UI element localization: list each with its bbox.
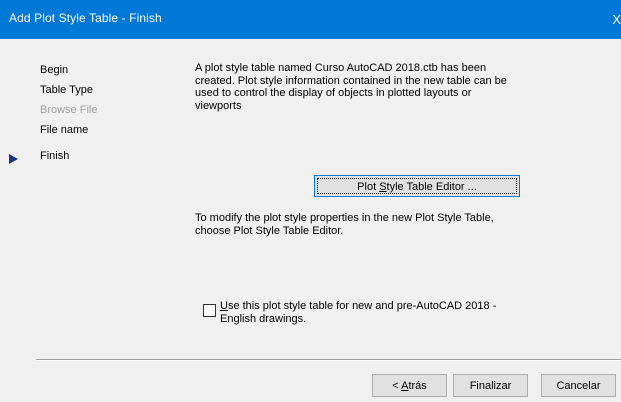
back-button-label: < Atrás — [392, 379, 427, 392]
step-table-type: Table Type — [40, 84, 94, 96]
plot-style-table-editor-label: Plot Style Table Editor ... — [317, 178, 517, 194]
current-step-arrow-icon — [9, 154, 18, 164]
modify-instructions: To modify the plot style properties in t… — [195, 212, 494, 237]
back-button[interactable]: < Atrás — [372, 374, 447, 397]
title-bar[interactable]: Add Plot Style Table - Finish X — [0, 0, 621, 39]
footer-separator — [36, 359, 621, 361]
use-table-checkbox[interactable] — [203, 304, 216, 317]
add-plot-style-table-dialog: Add Plot Style Table - Finish X Begin Ta… — [0, 0, 621, 402]
step-finish: Finish — [40, 150, 70, 162]
step-browse-file: Browse File — [40, 104, 98, 116]
cancel-button-label: Cancelar — [556, 379, 601, 392]
cancel-button[interactable]: Cancelar — [541, 374, 616, 397]
window-title: Add Plot Style Table - Finish — [9, 11, 162, 25]
step-file-name: File name — [40, 124, 89, 136]
plot-style-table-editor-button[interactable]: Plot Style Table Editor ... — [314, 175, 520, 197]
finish-button-label: Finalizar — [469, 379, 512, 392]
close-icon[interactable]: X — [607, 0, 621, 39]
created-message: A plot style table named Curso AutoCAD 2… — [195, 62, 507, 112]
finish-button[interactable]: Finalizar — [453, 374, 528, 397]
step-begin: Begin — [40, 64, 69, 76]
use-table-checkbox-label[interactable]: Use this plot style table for new and pr… — [220, 300, 560, 325]
